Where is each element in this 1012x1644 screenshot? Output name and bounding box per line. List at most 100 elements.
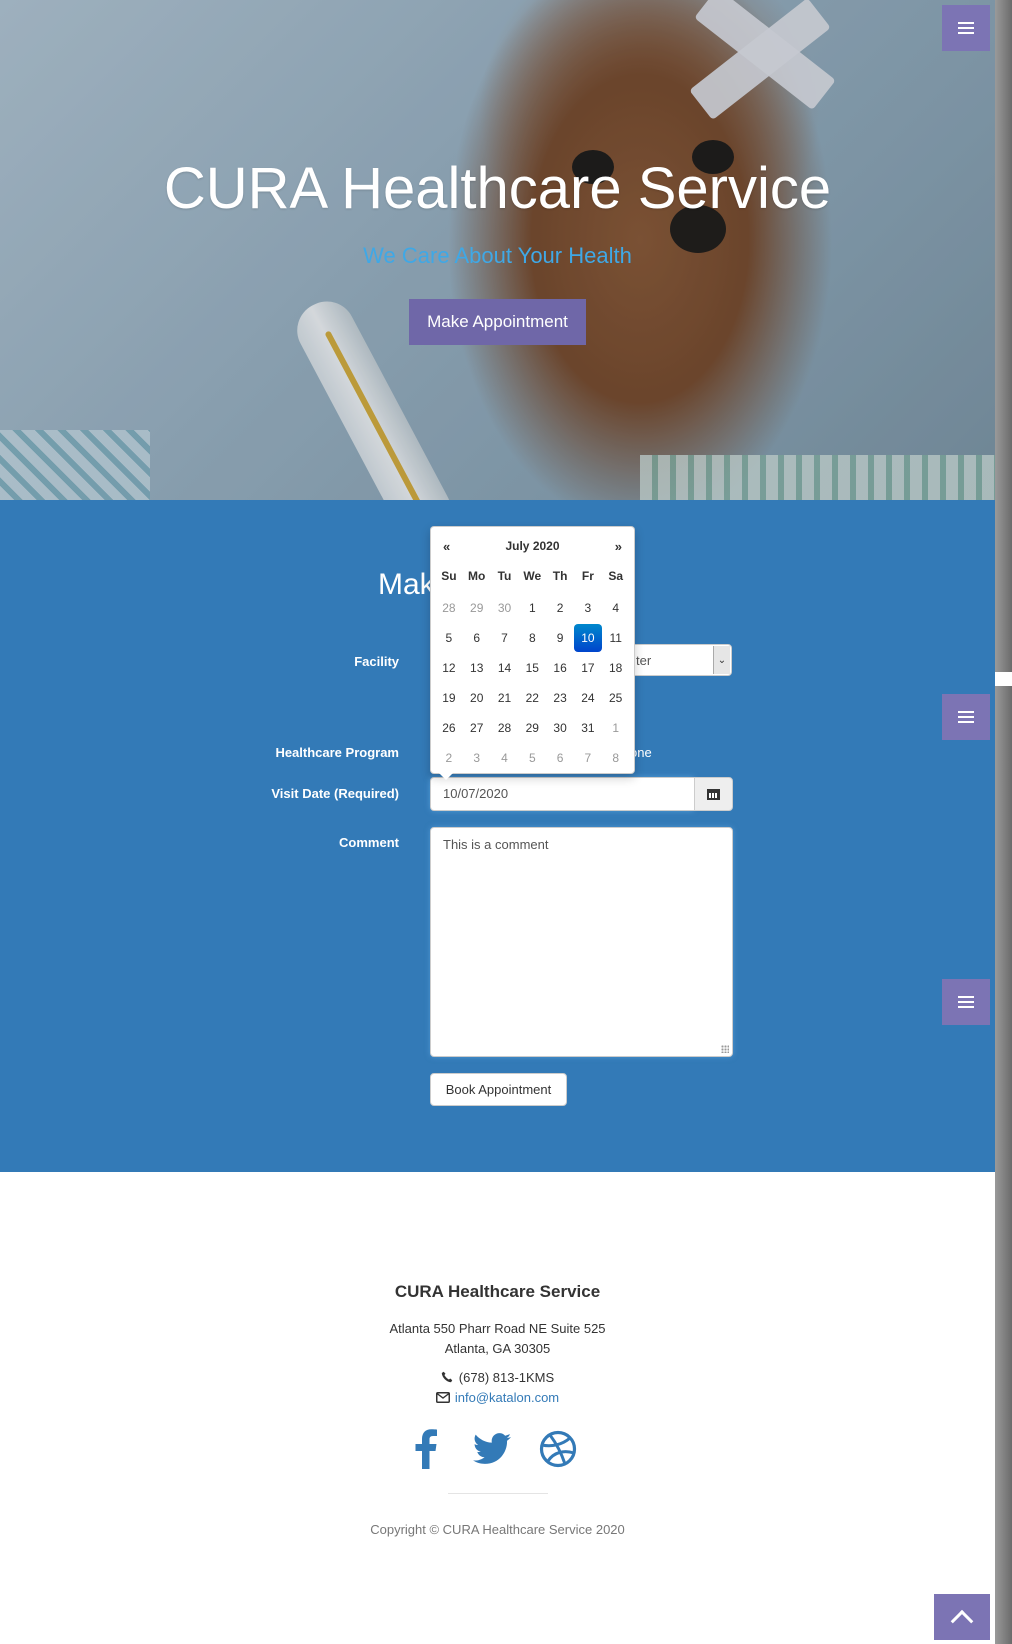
datepicker-month-title[interactable]: July 2020: [431, 539, 634, 553]
chevron-down-icon[interactable]: ⌄: [713, 646, 730, 674]
menu-icon: [958, 1001, 974, 1003]
menu-toggle-button[interactable]: [942, 694, 990, 740]
window-scrollbar[interactable]: [995, 0, 1012, 1644]
menu-toggle-button[interactable]: [942, 979, 990, 1025]
datepicker-day[interactable]: 28: [435, 594, 463, 622]
datepicker-day[interactable]: 5: [518, 744, 546, 772]
datepicker-day[interactable]: 30: [546, 714, 574, 742]
datepicker-day[interactable]: 7: [491, 624, 519, 652]
datepicker-day[interactable]: 29: [463, 594, 491, 622]
datepicker-day[interactable]: 19: [435, 684, 463, 712]
datepicker-day[interactable]: 28: [491, 714, 519, 742]
phone-icon: [441, 1371, 453, 1383]
comment-label: Comment: [339, 835, 399, 850]
datepicker-day[interactable]: 15: [518, 654, 546, 682]
visit-date-label: Visit Date (Required): [271, 786, 399, 801]
datepicker-day[interactable]: 29: [518, 714, 546, 742]
page: CURA Healthcare Service We Care About Yo…: [0, 0, 995, 1644]
datepicker-day[interactable]: 26: [435, 714, 463, 742]
resize-grip-icon[interactable]: [721, 1045, 729, 1053]
datepicker-day[interactable]: 21: [491, 684, 519, 712]
envelope-icon: [435, 1392, 450, 1403]
twitter-icon: [473, 1433, 511, 1464]
datepicker-day[interactable]: 1: [518, 594, 546, 622]
datepicker-day[interactable]: 5: [435, 624, 463, 652]
datepicker-day[interactable]: 6: [463, 624, 491, 652]
datepicker-day[interactable]: 27: [463, 714, 491, 742]
datepicker-day[interactable]: 16: [546, 654, 574, 682]
weekday-header: We: [523, 569, 542, 583]
weekday-header: Sa: [608, 569, 624, 583]
dribbble-link[interactable]: [536, 1427, 580, 1471]
facebook-icon: [415, 1429, 437, 1469]
datepicker-week-row: 26 27 28 29 30 31 1: [435, 714, 630, 744]
datepicker-day[interactable]: 13: [463, 654, 491, 682]
dribbble-icon: [539, 1430, 577, 1468]
datepicker-day[interactable]: 4: [602, 594, 630, 622]
datepicker-days: 28 29 30 1 2 3 4 5 6 7 8 9 10 11 12 13 14 15 16 17 18 19 20 21 2…: [435, 594, 630, 774]
datepicker-day[interactable]: 20: [463, 684, 491, 712]
datepicker-day[interactable]: 31: [574, 714, 602, 742]
datepicker-week-row: 12 13 14 15 16 17 18: [435, 654, 630, 684]
datepicker-week-row: 5 6 7 8 9 10 11: [435, 624, 630, 654]
visit-date-input[interactable]: 10/07/2020: [430, 777, 694, 811]
datepicker-next-button[interactable]: »: [615, 539, 622, 554]
datepicker-week-row: 28 29 30 1 2 3 4: [435, 594, 630, 624]
footer-phone-row: (678) 813-1KMS: [0, 1370, 995, 1385]
book-appointment-button[interactable]: Book Appointment: [430, 1073, 567, 1106]
datepicker-day[interactable]: 7: [574, 744, 602, 772]
datepicker-popup: « July 2020 » Su Mo Tu We Th Fr Sa 28 29 3…: [430, 526, 635, 780]
facility-select-value: ter: [636, 653, 652, 668]
datepicker-day[interactable]: 9: [546, 624, 574, 652]
datepicker-day[interactable]: 1: [602, 714, 630, 742]
datepicker-week-row: 19 20 21 22 23 24 25: [435, 684, 630, 714]
datepicker-day[interactable]: 3: [574, 594, 602, 622]
datepicker-day[interactable]: 14: [491, 654, 519, 682]
datepicker-week-row: 2345678: [435, 744, 630, 774]
datepicker-weekday-row: Su Mo Tu We Th Fr Sa: [435, 564, 630, 594]
make-appointment-button[interactable]: Make Appointment: [409, 299, 586, 345]
datepicker-day[interactable]: 24: [574, 684, 602, 712]
comment-textarea[interactable]: This is a comment: [430, 827, 733, 1057]
datepicker-day[interactable]: 11: [602, 624, 630, 652]
datepicker-day[interactable]: 23: [546, 684, 574, 712]
menu-icon: [958, 716, 974, 718]
calendar-button[interactable]: [694, 777, 733, 811]
hero-section: CURA Healthcare Service We Care About Yo…: [0, 0, 995, 500]
footer-address-line2: Atlanta, GA 30305: [444, 1341, 551, 1356]
footer-email-row: info@katalon.com: [0, 1390, 995, 1405]
datepicker-day[interactable]: 6: [546, 744, 574, 772]
datepicker-day[interactable]: 25: [602, 684, 630, 712]
datepicker-day[interactable]: 2: [435, 744, 463, 772]
footer-email-link[interactable]: info@katalon.com: [455, 1390, 559, 1405]
footer-divider: [448, 1493, 548, 1494]
menu-toggle-button[interactable]: [942, 5, 990, 51]
visit-date-value: 10/07/2020: [443, 786, 509, 801]
datepicker-day[interactable]: 4: [491, 744, 519, 772]
twitter-link[interactable]: [470, 1427, 514, 1471]
datepicker-day[interactable]: 10: [573, 624, 602, 652]
datepicker-day[interactable]: 3: [463, 744, 491, 772]
chevron-up-icon: [950, 1609, 974, 1633]
weekday-header: Th: [552, 569, 568, 583]
datepicker-day[interactable]: 18: [602, 654, 630, 682]
comment-value: This is a comment: [443, 837, 549, 852]
weekday-header: Su: [441, 569, 457, 583]
back-to-top-button[interactable]: [934, 1594, 990, 1640]
hero-title: CURA Healthcare Service: [163, 156, 832, 221]
healthcare-program-label: Healthcare Program: [275, 745, 399, 760]
scrollbar-notch: [995, 672, 1012, 686]
datepicker-day[interactable]: 12: [435, 654, 463, 682]
datepicker-day[interactable]: 30: [491, 594, 519, 622]
datepicker-day[interactable]: 2: [546, 594, 574, 622]
datepicker-day[interactable]: 8: [602, 744, 630, 772]
facebook-link[interactable]: [404, 1427, 448, 1471]
hero-subtitle: We Care About Your Health: [363, 243, 632, 268]
footer-copyright: Copyright © CURA Healthcare Service 2020: [370, 1522, 625, 1537]
datepicker-day[interactable]: 17: [574, 654, 602, 682]
datepicker-day[interactable]: 8: [518, 624, 546, 652]
footer-address-line1: Atlanta 550 Pharr Road NE Suite 525: [389, 1321, 606, 1336]
datepicker-day[interactable]: 22: [518, 684, 546, 712]
datepicker-grid: Su Mo Tu We Th Fr Sa 28 29 30 1 2 3 4 5 6 7 8 9 10 11…: [435, 564, 630, 774]
appointment-heading: Mak: [378, 568, 435, 601]
